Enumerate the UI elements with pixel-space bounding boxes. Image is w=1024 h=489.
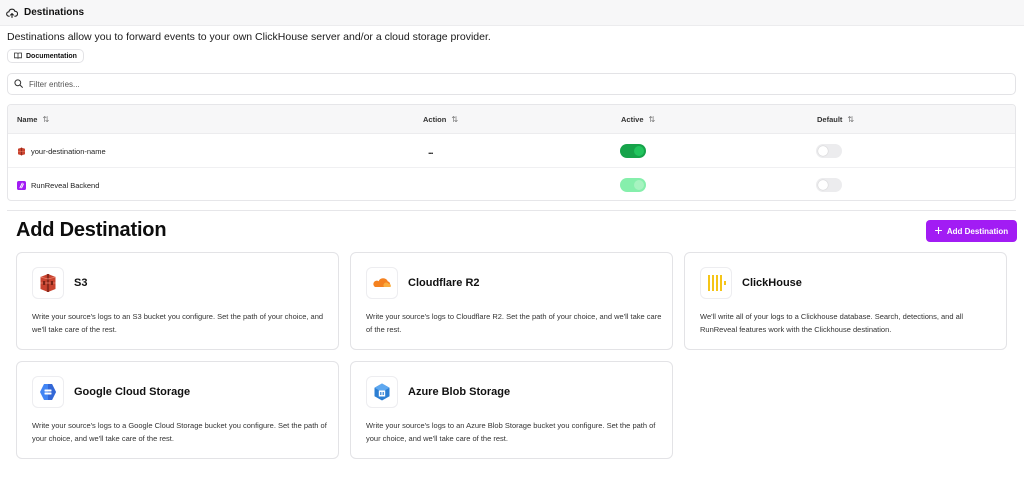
add-destination-button[interactable]: Add Destination: [926, 220, 1017, 242]
column-action-label: Action: [423, 115, 447, 124]
column-header-default[interactable]: Default ⇅: [817, 105, 854, 134]
gcs-icon: [32, 376, 64, 408]
destinations-table: Name ⇅ Action ⇅ Active ⇅ Default ⇅ your-…: [7, 104, 1016, 201]
plus-icon: [934, 226, 942, 236]
default-toggle[interactable]: [816, 144, 842, 158]
s3-icon: [32, 267, 64, 299]
page-description: Destinations allow you to forward events…: [7, 31, 491, 43]
card-description: Write your source's logs to an Azure Blo…: [366, 421, 656, 443]
destination-name: your-destination-name: [31, 146, 106, 156]
column-default-label: Default: [817, 115, 843, 124]
sort-icon: ⇅: [648, 115, 656, 124]
more-actions-icon[interactable]: ...: [428, 146, 433, 156]
add-destination-button-label: Add Destination: [946, 226, 1009, 236]
destination-card-google-cloud-storage[interactable]: Google Cloud Storage Write your source's…: [16, 361, 339, 459]
runreveal-icon: [17, 180, 26, 190]
card-title: Cloudflare R2: [408, 277, 480, 289]
sort-icon: ⇅: [847, 115, 855, 124]
table-header: Name ⇅ Action ⇅ Active ⇅ Default ⇅: [8, 105, 1015, 134]
book-icon: [14, 52, 22, 61]
destination-name-cell: your-destination-name: [17, 134, 106, 168]
active-toggle: [620, 178, 646, 192]
cloudflare-icon: [366, 267, 398, 299]
sort-icon: ⇅: [42, 115, 50, 124]
card-title: S3: [74, 277, 88, 289]
active-cell: [620, 168, 646, 200]
documentation-label: Documentation: [26, 52, 77, 60]
page-header: Destinations: [0, 0, 1024, 26]
action-cell: ...: [428, 134, 433, 168]
s3-icon: [17, 147, 26, 156]
column-header-action[interactable]: Action ⇅: [423, 105, 458, 134]
column-header-name[interactable]: Name ⇅: [17, 105, 49, 134]
destination-card-s3[interactable]: S3 Write your source's logs to an S3 buc…: [16, 252, 339, 350]
card-description: Write your source's logs to a Google Clo…: [32, 421, 327, 443]
column-header-active[interactable]: Active ⇅: [621, 105, 655, 134]
destination-card-cloudflare-r2[interactable]: Cloudflare R2 Write your source's logs t…: [350, 252, 673, 350]
card-title: ClickHouse: [742, 277, 802, 289]
default-cell: [816, 168, 842, 200]
filter-bar: [7, 73, 1016, 95]
table-row[interactable]: your-destination-name ...: [8, 134, 1015, 168]
card-description: Write your source's logs to Cloudflare R…: [366, 312, 662, 334]
card-description: Write your source's logs to an S3 bucket…: [32, 312, 324, 334]
table-row[interactable]: RunReveal Backend: [8, 168, 1015, 200]
active-cell: [620, 134, 646, 168]
column-name-label: Name: [17, 115, 38, 124]
add-destination-heading: Add Destination: [16, 219, 167, 241]
destination-name: RunReveal Backend: [31, 180, 100, 190]
section-divider: [7, 210, 1016, 211]
card-description: We'll write all of your logs to a Clickh…: [700, 312, 964, 334]
documentation-button[interactable]: Documentation: [7, 49, 84, 63]
sort-icon: ⇅: [451, 115, 459, 124]
destination-card-azure-blob-storage[interactable]: Azure Blob Storage Write your source's l…: [350, 361, 673, 459]
destination-card-clickhouse[interactable]: ClickHouse We'll write all of your logs …: [684, 252, 1007, 350]
clickhouse-icon: [700, 267, 732, 299]
card-title: Google Cloud Storage: [74, 386, 191, 398]
filter-input[interactable]: [29, 79, 429, 89]
column-active-label: Active: [621, 115, 644, 124]
cloud-upload-icon: [6, 7, 18, 19]
azure-blob-icon: [366, 376, 398, 408]
destination-name-cell: RunReveal Backend: [17, 168, 100, 200]
page-title: Destinations: [24, 7, 85, 18]
default-cell: [816, 134, 842, 168]
search-icon: [14, 75, 23, 93]
card-title: Azure Blob Storage: [408, 386, 511, 398]
active-toggle[interactable]: [620, 144, 646, 158]
default-toggle[interactable]: [816, 178, 842, 192]
